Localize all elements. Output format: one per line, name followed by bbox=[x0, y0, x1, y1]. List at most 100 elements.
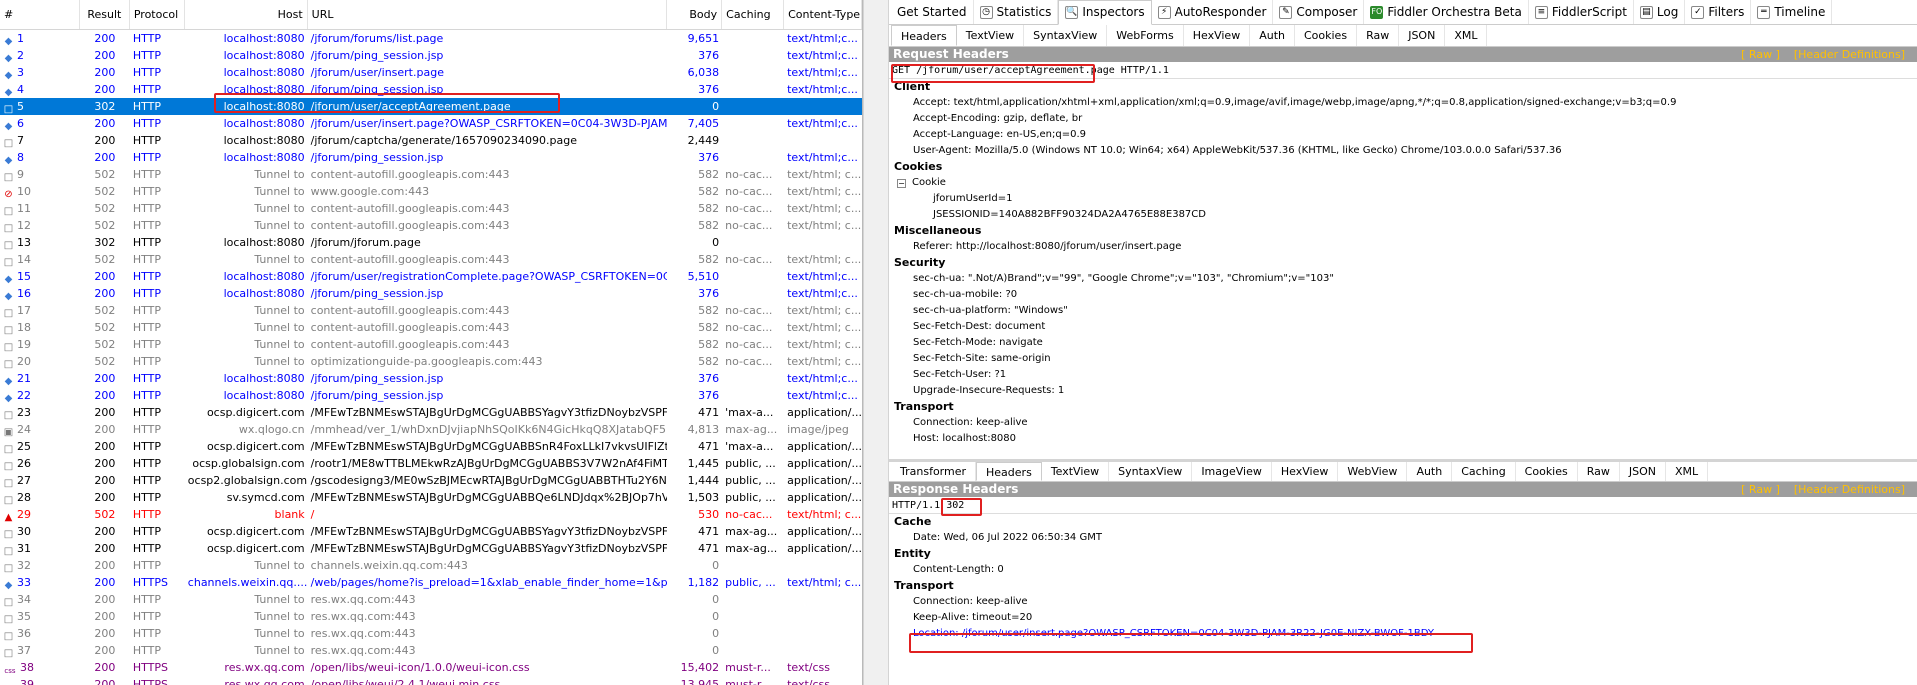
response-header-defs-link[interactable]: [Header Definitions] bbox=[1794, 483, 1905, 496]
group-miscellaneous[interactable]: Miscellaneous bbox=[889, 223, 1917, 239]
session-row[interactable]: □ 11 502 HTTP Tunnel to content-autofill.goog… bbox=[0, 200, 862, 217]
header-accept-language[interactable]: Accept-Language: en-US,en;q=0.9 bbox=[889, 127, 1917, 143]
request-tab-headers[interactable]: Headers bbox=[891, 25, 957, 46]
session-row[interactable]: ◆ 33 200 HTTPS channels.weixin.qq..../web/pa… bbox=[0, 574, 862, 591]
request-tab-xml[interactable]: XML bbox=[1445, 25, 1488, 46]
response-tab-cookies[interactable]: Cookies bbox=[1516, 462, 1578, 481]
cookie-user-id[interactable]: jforumUserId=1 bbox=[889, 191, 1917, 207]
session-row[interactable]: □ 5 302 HTTP localhost:8080/jforum/user/acce… bbox=[0, 98, 862, 115]
response-tab-transformer[interactable]: Transformer bbox=[891, 462, 977, 481]
session-row[interactable]: ◆ 1 200 HTTP localhost:8080/jforum/forums/li… bbox=[0, 30, 862, 47]
session-row[interactable]: ◆ 21 200 HTTP localhost:8080/jforum/ping_ses… bbox=[0, 370, 862, 387]
session-row[interactable]: □ 26 200 HTTP ocsp.globalsign.com/rootr1/ME8… bbox=[0, 455, 862, 472]
response-tab-caching[interactable]: Caching bbox=[1452, 462, 1516, 481]
response-tab-syntaxview[interactable]: SyntaxView bbox=[1109, 462, 1193, 481]
group-transport[interactable]: Transport bbox=[889, 399, 1917, 415]
header-upgrade-insecure[interactable]: Upgrade-Insecure-Requests: 1 bbox=[889, 383, 1917, 399]
session-row[interactable]: □ 32 200 HTTP Tunnel to channels.weixin.qq.co… bbox=[0, 557, 862, 574]
col-body[interactable]: Body bbox=[667, 0, 723, 29]
header-sec-ch-ua[interactable]: sec-ch-ua: ".Not/A)Brand";v="99", "Googl… bbox=[889, 271, 1917, 287]
col-host[interactable]: Host bbox=[185, 0, 308, 29]
tab-composer[interactable]: ✎ Composer bbox=[1273, 0, 1365, 24]
header-host[interactable]: Host: localhost:8080 bbox=[889, 431, 1917, 447]
request-raw-link[interactable]: [ Raw ] bbox=[1741, 48, 1780, 61]
session-row[interactable]: □ 12 502 HTTP Tunnel to content-autofill.goog… bbox=[0, 217, 862, 234]
session-row[interactable]: □ 36 200 HTTP Tunnel to res.wx.qq.com:443 0 bbox=[0, 625, 862, 642]
request-tab-syntaxview[interactable]: SyntaxView bbox=[1024, 25, 1108, 46]
splitter[interactable] bbox=[863, 0, 889, 685]
session-row[interactable]: □ 9 502 HTTP Tunnel to content-autofill.googl… bbox=[0, 166, 862, 183]
session-row[interactable]: ◆ 16 200 HTTP localhost:8080/jforum/ping_ses… bbox=[0, 285, 862, 302]
header-sec-fetch-dest[interactable]: Sec-Fetch-Dest: document bbox=[889, 319, 1917, 335]
tab-timeline[interactable]: ═ Timeline bbox=[1751, 0, 1833, 24]
header-location[interactable]: Location: /jforum/user/insert.page?OWASP… bbox=[889, 626, 1917, 642]
col-url[interactable]: URL bbox=[308, 0, 668, 29]
col-protocol[interactable]: Protocol bbox=[130, 0, 185, 29]
request-tab-webforms[interactable]: WebForms bbox=[1107, 25, 1184, 46]
request-tab-hexview[interactable]: HexView bbox=[1184, 25, 1251, 46]
request-tab-json[interactable]: JSON bbox=[1399, 25, 1446, 46]
session-row[interactable]: □ 13 302 HTTP localhost:8080/jforum/jforum.p… bbox=[0, 234, 862, 251]
header-sec-ch-ua-mobile[interactable]: sec-ch-ua-mobile: ?0 bbox=[889, 287, 1917, 303]
session-row[interactable]: □ 27 200 HTTP ocsp2.globalsign.com/gscodesig… bbox=[0, 472, 862, 489]
tab-filters[interactable]: ✓ Filters bbox=[1685, 0, 1752, 24]
session-row[interactable]: □ 7 200 HTTP localhost:8080/jforum/captcha/g… bbox=[0, 132, 862, 149]
group-cache[interactable]: Cache bbox=[889, 514, 1917, 530]
response-tab-json[interactable]: JSON bbox=[1620, 462, 1667, 481]
response-tab-imageview[interactable]: ImageView bbox=[1192, 462, 1272, 481]
request-header-defs-link[interactable]: [Header Definitions] bbox=[1794, 48, 1905, 61]
session-row[interactable]: ◆ 2 200 HTTP localhost:8080/jforum/ping_sess… bbox=[0, 47, 862, 64]
session-row[interactable]: ◆ 4 200 HTTP localhost:8080/jforum/ping_sess… bbox=[0, 81, 862, 98]
header-connection-response[interactable]: Connection: keep-alive bbox=[889, 594, 1917, 610]
response-tab-xml[interactable]: XML bbox=[1666, 462, 1709, 481]
session-row[interactable]: □ 20 502 HTTP Tunnel to optimizationguide-pa.… bbox=[0, 353, 862, 370]
session-row[interactable]: □ 19 502 HTTP Tunnel to content-autofill.goog… bbox=[0, 336, 862, 353]
session-row[interactable]: □ 23 200 HTTP ocsp.digicert.com/MFEwTzBNMEsw… bbox=[0, 404, 862, 421]
session-row[interactable]: □ 31 200 HTTP ocsp.digicert.com/MFEwTzBNMEsw… bbox=[0, 540, 862, 557]
session-row[interactable]: ▲ 29 502 HTTP blank / 530 no-cac... text/html; c… bbox=[0, 506, 862, 523]
cookie-session-id[interactable]: JSESSIONID=140A882BFF90324DA2A4765E88E38… bbox=[889, 207, 1917, 223]
request-tab-auth[interactable]: Auth bbox=[1250, 25, 1295, 46]
group-transport-response[interactable]: Transport bbox=[889, 578, 1917, 594]
col-number[interactable]: # bbox=[0, 0, 80, 29]
session-row[interactable]: ◆ 6 200 HTTP localhost:8080/jforum/user/inse… bbox=[0, 115, 862, 132]
header-sec-fetch-site[interactable]: Sec-Fetch-Site: same-origin bbox=[889, 351, 1917, 367]
response-tab-raw[interactable]: Raw bbox=[1578, 462, 1620, 481]
header-sec-fetch-mode[interactable]: Sec-Fetch-Mode: navigate bbox=[889, 335, 1917, 351]
response-tab-webview[interactable]: WebView bbox=[1338, 462, 1408, 481]
header-referer[interactable]: Referer: http://localhost:8080/jforum/us… bbox=[889, 239, 1917, 255]
header-accept[interactable]: Accept: text/html,application/xhtml+xml,… bbox=[889, 95, 1917, 111]
session-row[interactable]: ▣ 24 200 HTTP wx.qlogo.cn/mmhead/ver_1/whDxn… bbox=[0, 421, 862, 438]
response-tab-hexview[interactable]: HexView bbox=[1272, 462, 1339, 481]
session-row[interactable]: □ 28 200 HTTP sv.symcd.com/MFEwTzBNMEswSTAJB… bbox=[0, 489, 862, 506]
tab-get-started[interactable]: Get Started bbox=[891, 0, 974, 24]
response-raw-link[interactable]: [ Raw ] bbox=[1741, 483, 1780, 496]
session-row[interactable]: □ 30 200 HTTP ocsp.digicert.com/MFEwTzBNMEsw… bbox=[0, 523, 862, 540]
request-tab-textview[interactable]: TextView bbox=[957, 25, 1025, 46]
session-row[interactable]: ⊘ 10 502 HTTP Tunnel to www.google.com:443 582… bbox=[0, 183, 862, 200]
header-sec-ch-ua-platform[interactable]: sec-ch-ua-platform: "Windows" bbox=[889, 303, 1917, 319]
session-row[interactable]: □ 37 200 HTTP Tunnel to res.wx.qq.com:443 0 bbox=[0, 642, 862, 659]
tab-autoresponder[interactable]: ⚡ AutoResponder bbox=[1152, 0, 1274, 24]
col-result[interactable]: Result bbox=[80, 0, 130, 29]
cookie-node[interactable]: − Cookie bbox=[889, 175, 1917, 191]
col-content-type[interactable]: Content-Type bbox=[784, 0, 862, 29]
session-row[interactable]: □ 35 200 HTTP Tunnel to res.wx.qq.com:443 0 bbox=[0, 608, 862, 625]
tab-inspectors[interactable]: 🔍 Inspectors bbox=[1058, 0, 1152, 25]
session-row[interactable]: ◆ 22 200 HTTP localhost:8080/jforum/ping_ses… bbox=[0, 387, 862, 404]
session-row[interactable]: □ 17 502 HTTP Tunnel to content-autofill.goog… bbox=[0, 302, 862, 319]
group-security[interactable]: Security bbox=[889, 255, 1917, 271]
header-sec-fetch-user[interactable]: Sec-Fetch-User: ?1 bbox=[889, 367, 1917, 383]
request-tab-cookies[interactable]: Cookies bbox=[1295, 25, 1358, 46]
group-cookies[interactable]: Cookies bbox=[889, 159, 1917, 175]
group-client[interactable]: Client bbox=[889, 79, 1917, 95]
session-row[interactable]: ◆ 15 200 HTTP localhost:8080/jforum/user/reg… bbox=[0, 268, 862, 285]
group-entity[interactable]: Entity bbox=[889, 546, 1917, 562]
header-accept-encoding[interactable]: Accept-Encoding: gzip, deflate, br bbox=[889, 111, 1917, 127]
request-tab-raw[interactable]: Raw bbox=[1357, 25, 1400, 46]
response-tab-auth[interactable]: Auth bbox=[1407, 462, 1453, 481]
session-row[interactable]: css 38 200 HTTPS res.wx.qq.com/open/libs/weu… bbox=[0, 659, 862, 676]
session-row[interactable]: css39 200 HTTPS res.wx.qq.com/open/libs/weu… bbox=[0, 676, 862, 685]
col-caching[interactable]: Caching bbox=[722, 0, 785, 29]
session-row[interactable]: ◆ 3 200 HTTP localhost:8080/jforum/user/inse… bbox=[0, 64, 862, 81]
